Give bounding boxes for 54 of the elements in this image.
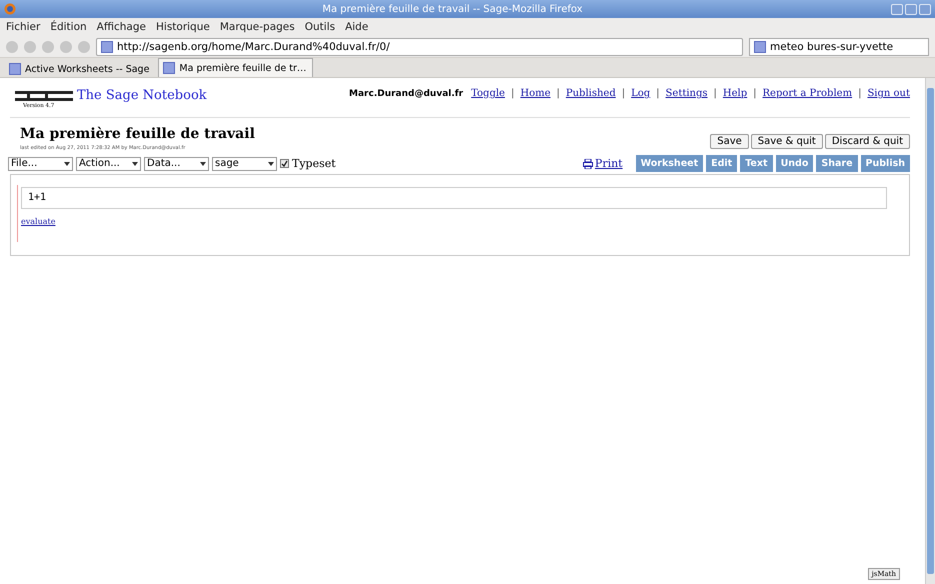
menu-item[interactable]: Historique — [156, 21, 210, 33]
search-engine-icon — [754, 40, 766, 52]
app-title: The Sage Notebook — [77, 88, 207, 103]
username: Marc.Durand@duval.fr — [349, 88, 464, 98]
favicon-icon — [101, 40, 113, 52]
print-link[interactable]: Print — [582, 157, 623, 170]
browser-logo-icon — [4, 3, 16, 15]
link-separator: | — [656, 88, 660, 99]
window-title: Ma première feuille de travail -- Sage-Mozilla Firefox — [321, 4, 584, 14]
menu-item[interactable]: Aide — [345, 21, 368, 33]
search-field[interactable]: meteo bures-sur-yvette — [749, 38, 929, 56]
link-separator: | — [753, 88, 757, 99]
save-action-button[interactable]: Save — [710, 134, 749, 148]
link-separator: | — [622, 88, 626, 99]
link-separator: | — [556, 88, 560, 99]
minimize-button[interactable] — [891, 4, 903, 14]
nav-link[interactable]: Toggle — [471, 88, 505, 99]
dropdown[interactable]: sage — [212, 156, 277, 170]
printer-icon — [582, 158, 593, 168]
browser-tab[interactable]: Ma première feuille de tr… — [158, 58, 314, 77]
nav-link[interactable]: Home — [520, 88, 550, 99]
link-separator: | — [714, 88, 717, 99]
nav-link[interactable]: Report a Problem — [762, 88, 852, 99]
dropdown[interactable]: Data... — [144, 156, 209, 170]
evaluate-link[interactable]: evaluate — [21, 216, 56, 226]
favicon-icon — [9, 63, 21, 75]
favicon-icon — [163, 62, 176, 74]
nav-link[interactable]: Published — [566, 88, 616, 99]
logo-drawing — [15, 90, 73, 100]
maximize-button[interactable] — [905, 4, 917, 14]
menu-item[interactable]: Outils — [304, 21, 336, 33]
nav-link[interactable]: Settings — [666, 88, 708, 99]
search-text: meteo bures-sur-yvette — [770, 40, 894, 52]
save-action-button[interactable]: Save & quit — [750, 134, 823, 148]
link-separator: | — [510, 88, 514, 99]
url-text: http://sagenb.org/home/Marc.Durand%40duval.fr/0/ — [117, 40, 390, 52]
link-separator: | — [858, 88, 862, 99]
menu-item[interactable]: Marque-pages — [220, 21, 295, 33]
address-field[interactable]: http://sagenb.org/home/Marc.Durand%40duval.fr/0/ — [96, 38, 743, 56]
save-action-button[interactable]: Discard & quit — [824, 134, 910, 148]
menu-item[interactable]: Édition — [50, 21, 87, 33]
code-input-field[interactable]: 1+1 — [21, 186, 887, 208]
close-button[interactable] — [919, 4, 931, 14]
dropdown[interactable]: Action... — [76, 156, 141, 170]
menu-item[interactable]: Affichage — [96, 21, 146, 33]
worksheet-title: Ma première feuille de travail — [20, 126, 255, 142]
nav-link[interactable]: Log — [631, 88, 650, 99]
checkbox-label: Typeset — [292, 157, 336, 170]
nav-link[interactable]: Sign out — [867, 88, 910, 99]
dropdown[interactable]: File... — [8, 156, 73, 170]
nav-link[interactable]: Help — [722, 88, 748, 99]
menu-item[interactable]: Fichier — [6, 21, 40, 33]
scrollbar[interactable] — [925, 78, 935, 584]
typeset-checkbox[interactable] — [280, 159, 289, 168]
